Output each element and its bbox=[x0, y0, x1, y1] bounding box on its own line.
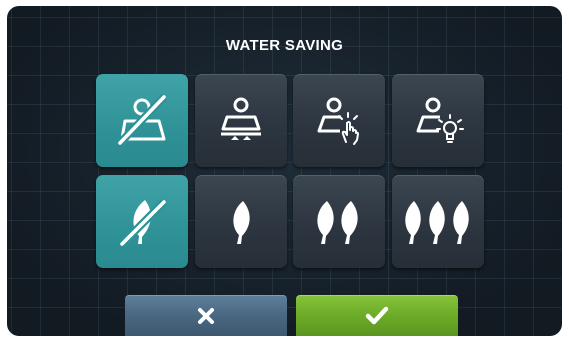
touch-load-icon bbox=[317, 97, 359, 145]
close-icon bbox=[198, 308, 214, 324]
load-light-sensor-icon bbox=[416, 97, 464, 143]
no-leaf-icon bbox=[119, 198, 167, 247]
option-no-saving[interactable] bbox=[96, 175, 188, 268]
confirm-button[interactable] bbox=[296, 295, 458, 336]
no-detection-icon bbox=[117, 93, 167, 146]
load-weight-icon bbox=[221, 97, 261, 140]
option-saving-level-1[interactable] bbox=[195, 175, 287, 268]
option-load-weight[interactable] bbox=[195, 74, 287, 167]
water-saving-screen: WATER SAVING bbox=[7, 6, 562, 336]
checkmark-icon bbox=[365, 306, 389, 325]
option-touch-load[interactable] bbox=[293, 74, 385, 167]
option-saving-level-3[interactable] bbox=[392, 175, 484, 268]
option-load-light-sensor[interactable] bbox=[392, 74, 484, 167]
screen-title: WATER SAVING bbox=[225, 37, 344, 54]
one-leaf-icon bbox=[233, 201, 250, 244]
three-leaves-icon bbox=[405, 201, 469, 244]
option-saving-level-2[interactable] bbox=[293, 175, 385, 268]
option-no-detection[interactable] bbox=[96, 74, 188, 167]
two-leaves-icon bbox=[317, 201, 358, 244]
cancel-button[interactable] bbox=[125, 295, 287, 336]
